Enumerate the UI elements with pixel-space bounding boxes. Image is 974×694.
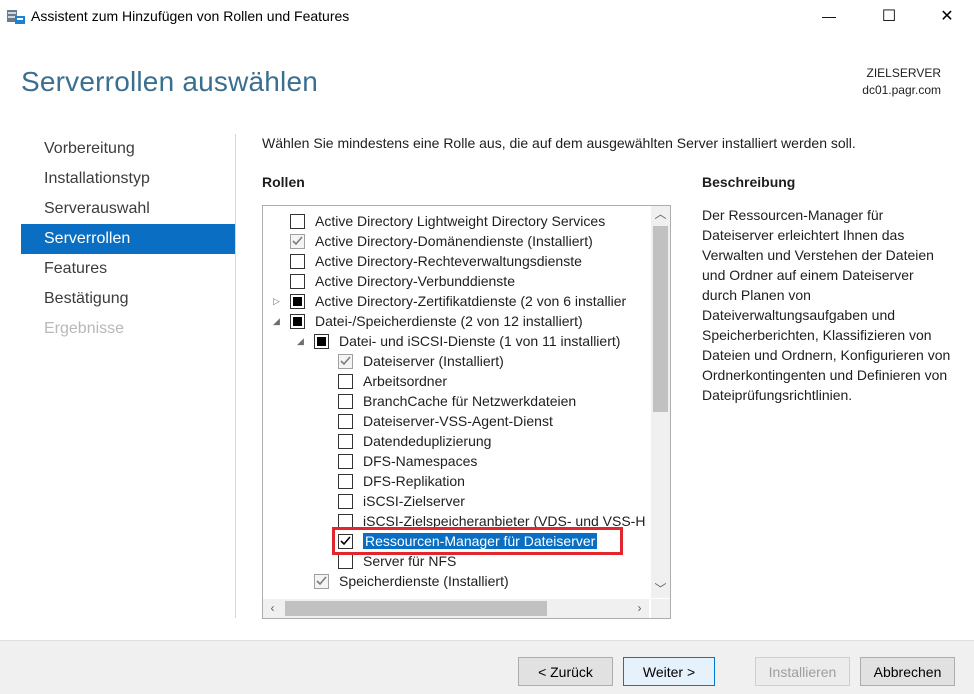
scroll-right-icon[interactable]: › [630,600,649,617]
role-checkbox[interactable] [290,293,305,309]
page-title: Serverrollen auswählen [21,66,319,97]
role-label: Active Directory-Zertifikatdienste (2 vo… [315,293,627,309]
cancel-button[interactable]: Abbrechen [860,657,955,686]
role-row[interactable]: ▷ Active Directory-Zertifikatdienste (2 v… [273,291,627,311]
nav-item-serverrollen[interactable]: Serverrollen [21,224,235,254]
description-text: Der Ressourcen-Manager für Dateiserver e… [702,207,951,403]
horizontal-scroll-thumb[interactable] [285,601,547,616]
role-checkbox[interactable] [290,313,305,329]
scroll-down-icon[interactable]: ﹀ [651,581,670,598]
role-label: Datei-/Speicherdienste (2 von 12 install… [315,313,583,329]
window-title: Assistent zum Hinzufügen von Rollen und … [31,8,350,24]
wizard-nav: Vorbereitung Installationstyp Serverausw… [21,134,235,344]
role-label: Active Directory-Rechteverwaltungsdienst… [315,253,582,269]
role-row[interactable]: Speicherdienste (Installiert) [314,571,509,591]
role-checkbox [314,573,329,589]
role-label: Speicherdienste (Installiert) [339,573,509,589]
scroll-up-icon[interactable]: ︿ [651,206,670,223]
role-row[interactable]: DFS-Namespaces [338,451,477,471]
role-checkbox[interactable] [314,333,329,349]
nav-item-features[interactable]: Features [21,254,235,284]
role-checkbox[interactable] [290,273,305,289]
expand-collapse-icon[interactable]: ◢ [273,316,283,326]
expand-collapse-icon[interactable]: ◢ [297,336,307,346]
vertical-scrollbar[interactable]: ︿ ﹀ [651,206,670,598]
nav-divider [235,134,236,618]
role-row[interactable]: Active Directory-Verbunddienste [290,271,515,291]
minimize-icon: — [822,8,836,24]
role-label: Server für NFS [363,553,457,569]
expand-icon[interactable]: ▷ [273,296,283,306]
role-checkbox[interactable] [290,253,305,269]
horizontal-scrollbar[interactable]: ‹ › [263,599,649,618]
role-row[interactable]: iSCSI-Zielserver [338,491,465,511]
role-checkbox[interactable] [338,413,353,429]
role-checkbox [338,353,353,369]
role-checkbox[interactable] [338,553,353,569]
vertical-scroll-thumb[interactable] [653,226,668,412]
back-button[interactable]: < Zurück [518,657,613,686]
role-label: BranchCache für Netzwerkdateien [363,393,577,409]
role-checkbox[interactable] [338,473,353,489]
target-server-value: dc01.pagr.com [862,83,941,97]
role-checkbox[interactable] [290,213,305,229]
role-label: DFS-Replikation [363,473,465,489]
minimize-button[interactable]: — [806,0,852,32]
role-row[interactable]: Dateiserver (Installiert) [338,351,504,371]
role-row[interactable]: Active Directory-Domänendienste (Install… [290,231,593,251]
role-label: Datendeduplizierung [363,433,492,449]
close-button[interactable]: ✕ [924,0,970,32]
role-row[interactable]: Active Directory Lightweight Directory S… [290,211,605,231]
role-row[interactable]: Arbeitsordner [338,371,447,391]
nav-item-ergebnisse: Ergebnisse [44,320,125,337]
role-row[interactable]: ◢ Datei- und iSCSI-Dienste (1 von 11 inst… [297,331,621,351]
next-button[interactable]: Weiter > [623,657,715,686]
role-label: Active Directory-Verbunddienste [315,273,515,289]
nav-item-bestaetigung[interactable]: Bestätigung [21,284,235,314]
description-heading: Beschreibung [702,174,796,190]
role-row[interactable]: Datendeduplizierung [338,431,491,451]
role-label: Dateiserver-VSS-Agent-Dienst [363,413,553,429]
role-label: Dateiserver (Installiert) [363,353,504,369]
role-checkbox[interactable] [338,393,353,409]
role-row[interactable]: DFS-Replikation [338,471,465,491]
roles-heading: Rollen [262,174,305,190]
title-bar: Assistent zum Hinzufügen von Rollen und … [0,0,974,34]
role-checkbox[interactable] [338,493,353,509]
role-label: DFS-Namespaces [363,453,478,469]
role-label: Active Directory-Domänendienste (Install… [315,233,593,249]
maximize-icon: ☐ [881,8,897,25]
role-label: iSCSI-Zielserver [363,493,465,509]
instruction-text: Wählen Sie mindestens eine Rolle aus, di… [262,135,856,151]
role-label: Arbeitsordner [363,373,448,389]
role-row[interactable]: Active Directory-Rechteverwaltungsdienst… [290,251,582,271]
role-row[interactable]: Dateiserver-VSS-Agent-Dienst [338,411,553,431]
role-checkbox[interactable] [338,433,353,449]
role-row[interactable]: BranchCache für Netzwerkdateien [338,391,576,411]
role-label: Datei- und iSCSI-Dienste (1 von 11 insta… [339,333,621,349]
target-server-label: ZIELSERVER [866,66,941,80]
roles-tree[interactable]: Active Directory Lightweight Directory S… [262,205,671,619]
scroll-left-icon[interactable]: ‹ [263,600,282,617]
highlight-annotation [332,527,623,555]
role-checkbox [290,233,305,249]
nav-item-installationstyp[interactable]: Installationstyp [21,164,235,194]
role-checkbox[interactable] [338,373,353,389]
close-icon: ✕ [940,8,954,25]
nav-item-vorbereitung[interactable]: Vorbereitung [21,134,235,164]
nav-item-serverauswahl[interactable]: Serverauswahl [21,194,235,224]
scrollbar-corner [651,599,670,618]
role-label: Active Directory Lightweight Directory S… [315,213,606,229]
server-manager-icon [6,7,26,25]
install-button: Installieren [755,657,850,686]
role-checkbox[interactable] [338,453,353,469]
role-row[interactable]: ◢ Datei-/Speicherdienste (2 von 12 instal… [273,311,583,331]
maximize-button[interactable]: ☐ [866,0,912,32]
